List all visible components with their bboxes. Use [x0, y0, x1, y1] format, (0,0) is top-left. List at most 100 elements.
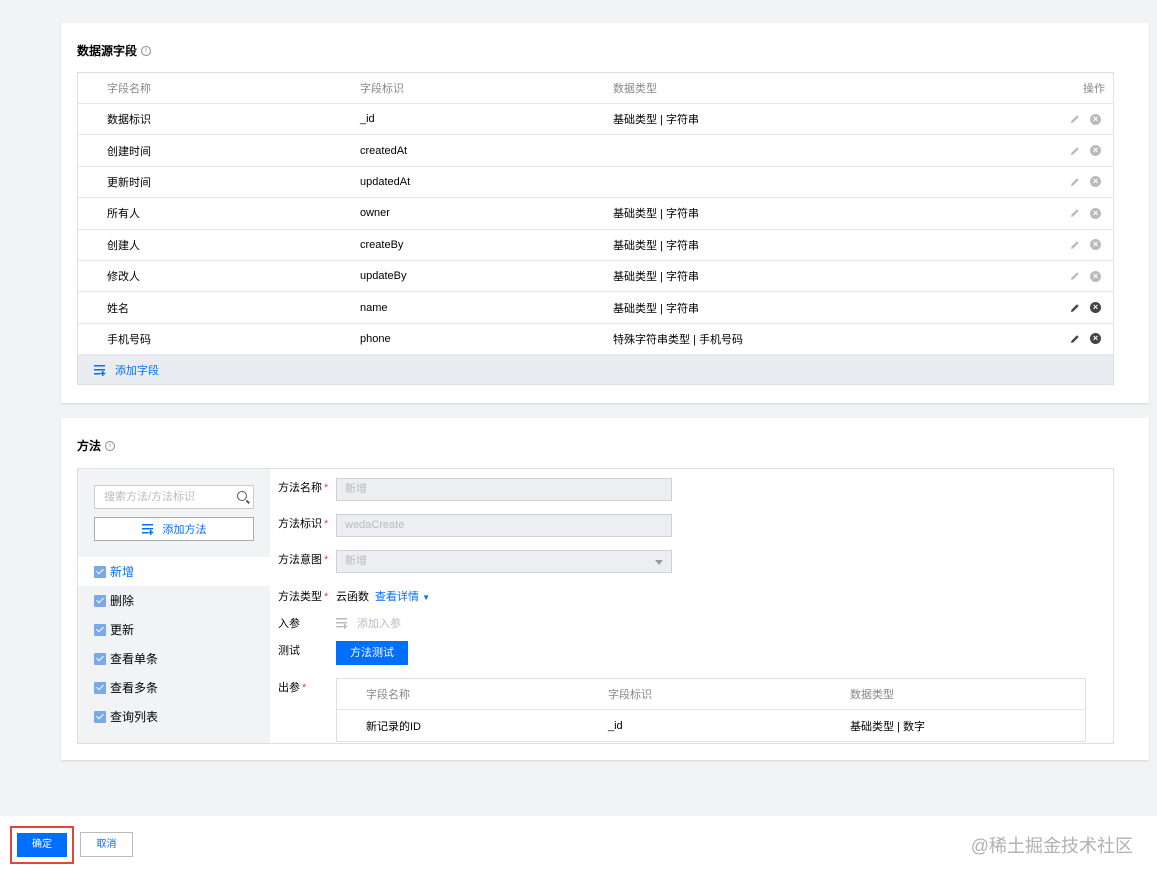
methods-sidebar: 搜索方法/方法标识 添加方法 新增删除更新查看单条查看多条查询列表 [78, 469, 270, 743]
field-id: updatedAt [360, 175, 411, 188]
row-actions: × [1070, 270, 1101, 282]
field-id: updateBy [360, 270, 407, 283]
edit-icon[interactable] [1070, 240, 1080, 250]
field-name: 创建时间 [107, 145, 151, 158]
method-label: 查看多条 [110, 681, 159, 695]
output-field-id: _id [608, 719, 623, 732]
ok-button[interactable]: 确定 [17, 833, 67, 857]
method-list-item[interactable]: 查看单条 [78, 644, 270, 673]
add-field-label: 添加字段 [115, 364, 159, 377]
info-icon[interactable]: i [141, 45, 152, 56]
add-list-icon [94, 364, 106, 376]
method-list-item[interactable]: 查询列表 [78, 702, 270, 731]
row-actions: × [1070, 113, 1101, 125]
test-label: 测试 [278, 645, 300, 657]
method-type-label: 方法类型 * [278, 591, 329, 603]
delete-icon[interactable]: × [1090, 239, 1101, 251]
delete-icon[interactable]: × [1090, 113, 1101, 125]
field-type: 基础类型 | 字符串 [613, 302, 699, 315]
methods-panel: 搜索方法/方法标识 添加方法 新增 删除 更新 查看单条 查看多条 查询列表 方法名称 * … [77, 468, 1114, 744]
column-header-id: 字段标识 [608, 689, 652, 701]
field-type: 基础类型 | 字符串 [613, 114, 699, 127]
edit-icon[interactable] [1070, 114, 1080, 124]
column-header-name: 字段名称 [366, 689, 410, 701]
row-actions: × [1070, 176, 1101, 188]
row-actions: × [1070, 302, 1101, 314]
add-list-icon [336, 618, 348, 629]
checkbox-icon[interactable] [94, 594, 106, 607]
chevron-down-icon [655, 560, 663, 565]
row-actions: × [1070, 239, 1101, 251]
method-label: 删除 [110, 594, 135, 608]
method-intent-select[interactable]: 新增 [336, 550, 672, 573]
field-type: 基础类型 | 字符串 [613, 239, 699, 252]
field-name: 更新时间 [107, 176, 151, 189]
delete-icon[interactable]: × [1090, 270, 1101, 282]
method-list-item[interactable]: 查看多条 [78, 673, 270, 702]
row-actions: × [1070, 207, 1101, 219]
column-header-type: 数据类型 [613, 83, 657, 95]
delete-icon[interactable]: × [1090, 302, 1101, 314]
field-id: createdAt [360, 144, 408, 157]
checkbox-icon[interactable] [94, 623, 106, 636]
table-header: 字段名称 字段标识 数据类型 操作 [78, 73, 1113, 104]
output-field-name: 新记录的ID [366, 720, 421, 733]
field-id: _id [360, 113, 375, 126]
add-field-button[interactable]: 添加字段 [78, 355, 1113, 385]
caret-down-icon: ▼ [422, 593, 430, 602]
delete-icon[interactable]: × [1090, 333, 1101, 345]
method-list-item[interactable]: 删除 [78, 586, 270, 615]
method-label: 新增 [110, 565, 135, 579]
method-label: 查看单条 [110, 652, 159, 666]
table-row: 姓名 name 基础类型 | 字符串 × [78, 292, 1113, 324]
delete-icon[interactable]: × [1090, 176, 1101, 188]
output-table: 字段名称 字段标识 数据类型 新记录的ID _id 基础类型 | 数字 [336, 678, 1086, 742]
input-params-label: 入参 [278, 618, 300, 630]
field-name: 创建人 [107, 239, 140, 252]
field-type: 特殊字符串类型 | 手机号码 [613, 333, 743, 346]
fields-card-title-text: 数据源字段 [77, 44, 138, 58]
delete-icon[interactable]: × [1090, 145, 1101, 157]
column-header-name: 字段名称 [107, 83, 151, 95]
field-name: 所有人 [107, 208, 140, 221]
add-param-button[interactable]: 添加入参 [336, 615, 401, 631]
field-name: 数据标识 [107, 114, 151, 127]
ok-button-highlight: 确定 [10, 826, 74, 864]
edit-icon[interactable] [1070, 303, 1080, 313]
methods-card-title-text: 方法 [77, 439, 102, 453]
checkbox-icon[interactable] [94, 652, 106, 665]
method-search-input[interactable]: 搜索方法/方法标识 [94, 485, 254, 509]
edit-icon[interactable] [1070, 208, 1080, 218]
cancel-button[interactable]: 取消 [80, 832, 133, 857]
column-header-actions: 操作 [1083, 83, 1105, 95]
method-test-button[interactable]: 方法测试 [336, 641, 408, 665]
info-icon[interactable]: i [105, 440, 116, 451]
method-name-label: 方法名称 * [278, 482, 329, 494]
view-detail-link[interactable]: 查看详情 ▼ [375, 588, 430, 604]
edit-icon[interactable] [1070, 334, 1080, 344]
edit-icon[interactable] [1070, 271, 1080, 281]
add-list-icon [141, 524, 153, 535]
watermark: @稀土掘金技术社区 [970, 836, 1133, 856]
field-id: phone [360, 332, 391, 345]
method-list-item[interactable]: 更新 [78, 615, 270, 644]
delete-icon[interactable]: × [1090, 207, 1101, 219]
method-label: 更新 [110, 623, 135, 637]
edit-icon[interactable] [1070, 146, 1080, 156]
fields-table: 字段名称 字段标识 数据类型 操作 数据标识 _id 基础类型 | 字符串 × 创建时间… [77, 72, 1114, 386]
table-row: 创建时间 createdAt × [78, 135, 1113, 167]
search-icon[interactable] [237, 491, 247, 501]
checkbox-icon[interactable] [94, 710, 106, 723]
checkbox-icon[interactable] [94, 565, 106, 578]
add-method-button[interactable]: 添加方法 [94, 517, 254, 541]
checkbox-icon[interactable] [94, 681, 106, 694]
output-table-header: 字段名称 字段标识 数据类型 [337, 679, 1085, 710]
method-name-input[interactable]: 新增 [336, 478, 672, 501]
edit-icon[interactable] [1070, 177, 1080, 187]
method-list-item[interactable]: 新增 [78, 557, 270, 586]
row-actions: × [1070, 145, 1101, 157]
method-id-input[interactable]: wedaCreate [336, 514, 672, 537]
footer-bar: 确定 取消 @稀土掘金技术社区 [0, 816, 1157, 878]
column-header-type: 数据类型 [850, 689, 894, 701]
method-list: 新增删除更新查看单条查看多条查询列表 [78, 557, 270, 731]
